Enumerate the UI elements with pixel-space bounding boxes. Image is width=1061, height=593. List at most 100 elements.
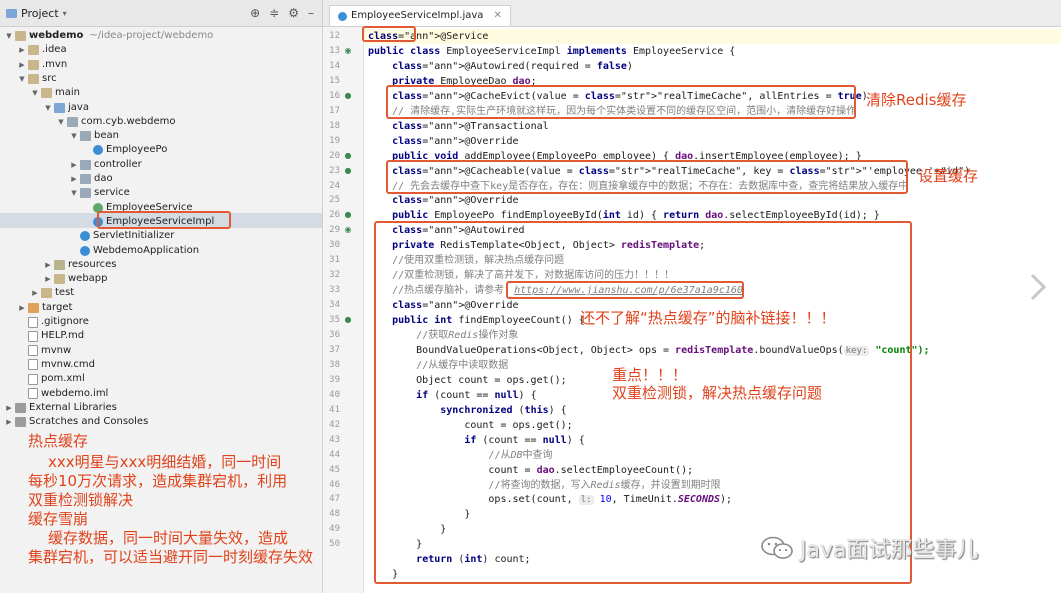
collapsed-arrow-icon[interactable]: ▶ xyxy=(69,158,79,172)
collapsed-arrow-icon[interactable]: ▶ xyxy=(17,58,27,72)
line-number: 41 xyxy=(329,404,340,415)
code-line[interactable]: class="ann">@Transactional xyxy=(368,119,549,134)
collapse-icon[interactable]: ≑ xyxy=(269,6,279,20)
collapsed-arrow-icon[interactable]: ▶ xyxy=(30,286,40,300)
collapsed-arrow-icon[interactable]: ▶ xyxy=(17,43,27,57)
tree-item[interactable]: ▶ controller xyxy=(69,158,142,172)
line-number: 48 xyxy=(329,509,340,520)
tree-item[interactable]: ▶ .idea xyxy=(17,43,67,57)
line-number: 47 xyxy=(329,494,340,505)
code-line[interactable]: class="ann">@Override xyxy=(368,134,518,149)
collapsed-arrow-icon[interactable]: ▶ xyxy=(69,172,79,186)
collapsed-arrow-icon[interactable]: ▶ xyxy=(43,258,53,272)
expanded-arrow-icon[interactable]: ▼ xyxy=(30,86,40,100)
collapsed-arrow-icon[interactable]: ▶ xyxy=(4,401,14,415)
line-number: 37 xyxy=(329,344,340,355)
folder-icon xyxy=(15,31,26,41)
chevron-right-icon[interactable] xyxy=(1028,272,1048,302)
file-icon xyxy=(28,373,38,385)
tree-item[interactable]: ▶ Scratches and Consoles xyxy=(4,415,148,429)
tree-item-label: WebdemoApplication xyxy=(93,244,200,256)
code-line[interactable]: class="ann">@Override xyxy=(368,193,518,208)
line-number: 30 xyxy=(329,240,340,251)
tree-item[interactable]: ServletInitializer xyxy=(69,229,174,243)
tree-item[interactable]: EmployeePo xyxy=(82,143,167,157)
note-avalanche-title: 缓存雪崩 xyxy=(28,510,89,528)
tree-item[interactable]: ▼ com.cyb.webdemo xyxy=(56,115,176,129)
tree-item[interactable]: ▼ main xyxy=(30,86,80,100)
file-icon xyxy=(28,330,38,342)
folder-icon xyxy=(54,274,65,285)
line-number: 32 xyxy=(329,270,340,281)
tree-item[interactable]: ▶ dao xyxy=(69,172,113,186)
line-number: 36 xyxy=(329,330,340,340)
gutter-marker-icon[interactable]: ● xyxy=(343,210,353,220)
tree-item[interactable]: ▶ webapp xyxy=(43,272,108,286)
gutter-marker-icon[interactable]: ◉ xyxy=(343,225,353,235)
tree-item[interactable]: ▶ .mvn xyxy=(17,58,67,72)
gutter-marker-icon[interactable]: ● xyxy=(343,315,353,325)
collapsed-arrow-icon[interactable]: ▶ xyxy=(43,272,53,286)
package-icon xyxy=(80,159,91,170)
expanded-arrow-icon[interactable]: ▼ xyxy=(4,29,14,43)
line-number: 29 xyxy=(329,225,340,236)
excluded-folder-icon xyxy=(28,302,39,313)
expanded-arrow-icon[interactable]: ▼ xyxy=(17,72,27,86)
line-number: 12 xyxy=(329,31,340,41)
file-icon xyxy=(28,388,38,399)
package-icon xyxy=(80,131,91,142)
project-view-selector[interactable]: Project ▾ xyxy=(6,7,67,20)
tree-item-label: service xyxy=(94,187,130,199)
tree-item-label: target xyxy=(42,301,73,313)
locate-icon[interactable]: ⊕ xyxy=(250,6,260,20)
line-number: 13 xyxy=(329,45,340,56)
tree-item[interactable]: HELP.md xyxy=(17,329,84,343)
tree-item[interactable]: ▶ External Libraries xyxy=(4,401,117,415)
gear-icon[interactable]: ⚙ xyxy=(288,6,299,20)
tree-item[interactable]: ▼ bean xyxy=(69,129,119,143)
tree-item-label: resources xyxy=(68,258,117,270)
close-icon[interactable]: ✕ xyxy=(493,6,501,26)
tree-item[interactable]: ▶ test xyxy=(30,286,74,300)
tree-item[interactable]: ▶ resources xyxy=(43,258,116,272)
highlight-box-cacheable xyxy=(386,160,908,194)
expanded-arrow-icon[interactable]: ▼ xyxy=(69,186,79,200)
gutter-marker-icon[interactable]: ◉ xyxy=(343,46,353,56)
tree-item-label: HELP.md xyxy=(41,330,85,342)
tree-item-label: com.cyb.webdemo xyxy=(81,115,176,127)
tree-item[interactable]: webdemo.iml xyxy=(17,387,108,401)
tree-item-label: test xyxy=(55,287,75,299)
code-line[interactable]: class="ann">@Autowired(required = false) xyxy=(368,59,633,74)
tree-item[interactable]: ▼ webdemo ~/idea-project/webdemo xyxy=(4,29,213,43)
code-line[interactable]: public class EmployeeServiceImpl impleme… xyxy=(368,44,735,59)
tree-item[interactable]: ▼ service xyxy=(69,186,130,200)
gutter-marker-icon[interactable]: ● xyxy=(343,91,353,101)
source-folder-icon xyxy=(54,102,65,113)
tab-employee-service-impl[interactable]: EmployeeServiceImpl.java ✕ xyxy=(329,5,511,26)
tree-item[interactable]: ▶ target xyxy=(17,301,72,315)
folder-icon xyxy=(41,88,52,99)
expanded-arrow-icon[interactable]: ▼ xyxy=(56,115,66,129)
tree-item[interactable]: mvnw.cmd xyxy=(17,358,95,372)
tree-item[interactable]: mvnw xyxy=(17,344,71,358)
note-avalanche-desc-2: 集群宕机，可以适当避开同一时刻缓存失效 xyxy=(28,548,314,566)
minimize-icon[interactable]: – xyxy=(308,6,314,20)
tree-item[interactable]: WebdemoApplication xyxy=(69,244,199,258)
expanded-arrow-icon[interactable]: ▼ xyxy=(69,129,79,143)
tree-item[interactable]: ▼ src xyxy=(17,72,57,86)
tree-item-label: webdemo xyxy=(29,30,84,41)
gutter-marker-icon[interactable]: ● xyxy=(343,166,353,176)
folder-icon xyxy=(41,288,52,299)
file-icon xyxy=(28,359,38,371)
tree-item[interactable]: ▼ java xyxy=(43,101,89,115)
tree-item[interactable]: pom.xml xyxy=(17,372,85,386)
collapsed-arrow-icon[interactable]: ▶ xyxy=(17,301,27,315)
line-number: 15 xyxy=(329,75,340,86)
watermark-text: Java面试那些事儿 xyxy=(800,538,979,563)
tree-item[interactable]: .gitignore xyxy=(17,315,89,329)
line-number: 42 xyxy=(329,419,340,430)
expanded-arrow-icon[interactable]: ▼ xyxy=(43,101,53,115)
gutter-marker-icon[interactable]: ● xyxy=(343,151,353,161)
tree-item-label: webdemo.iml xyxy=(41,387,109,399)
collapsed-arrow-icon[interactable]: ▶ xyxy=(4,415,14,429)
